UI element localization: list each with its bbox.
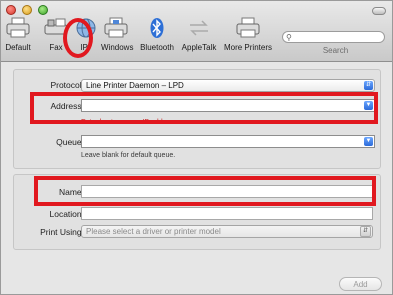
close-button[interactable] bbox=[6, 5, 16, 15]
queue-hint: Leave blank for default queue. bbox=[81, 152, 176, 159]
protocol-value: Line Printer Daemon – LPD bbox=[86, 81, 184, 90]
toolbar-default-label: Default bbox=[5, 43, 31, 52]
queue-combo[interactable]: ▼ bbox=[81, 135, 375, 152]
toolbar-more-printers[interactable]: More Printers bbox=[223, 15, 273, 59]
queue-input[interactable] bbox=[82, 141, 348, 152]
protocol-popup[interactable]: Line Printer Daemon – LPD ⇵ bbox=[81, 79, 375, 92]
toolbar-toggle-button[interactable] bbox=[372, 7, 386, 15]
zoom-button[interactable] bbox=[38, 5, 48, 15]
address-hint: Enter host name or IP address. bbox=[81, 119, 178, 126]
location-field[interactable] bbox=[81, 207, 373, 224]
add-printer-window: Default Fax IP Windows Bluetooth AppleTa… bbox=[0, 0, 393, 295]
toolbar-default[interactable]: Default bbox=[3, 15, 33, 59]
popup-arrows-icon: ⇵ bbox=[360, 226, 371, 237]
globe-icon bbox=[71, 15, 101, 41]
bluetooth-icon bbox=[142, 15, 172, 41]
search: ⚲ Search bbox=[282, 31, 389, 59]
toolbar-appletalk-label: AppleTalk bbox=[181, 43, 217, 52]
location-label: Location: bbox=[49, 209, 85, 219]
address-combo[interactable]: ▼ bbox=[81, 99, 375, 116]
name-field[interactable] bbox=[81, 185, 373, 202]
chevron-down-icon[interactable]: ▼ bbox=[364, 101, 373, 110]
protocol-label: Protocol: bbox=[50, 80, 84, 90]
search-field[interactable]: ⚲ bbox=[282, 31, 385, 43]
toolbar-bluetooth-label: Bluetooth bbox=[140, 43, 174, 52]
queue-label: Queue: bbox=[56, 137, 84, 147]
print-using-value: Please select a driver or printer model bbox=[86, 227, 221, 236]
search-label: Search bbox=[322, 46, 349, 55]
name-input[interactable] bbox=[82, 191, 361, 202]
toolbar-windows[interactable]: Windows bbox=[101, 15, 134, 59]
add-button[interactable]: Add bbox=[339, 277, 382, 291]
toolbar-appletalk[interactable]: AppleTalk bbox=[179, 15, 219, 59]
search-icon: ⚲ bbox=[286, 33, 292, 42]
toolbar-fax-label: Fax bbox=[49, 43, 63, 52]
popup-arrows-icon: ⇵ bbox=[364, 81, 373, 90]
printer-icon bbox=[3, 15, 33, 41]
fax-icon bbox=[41, 15, 71, 41]
print-using-popup[interactable]: Please select a driver or printer model … bbox=[81, 225, 373, 238]
search-input[interactable] bbox=[297, 32, 377, 42]
print-using-label: Print Using: bbox=[40, 227, 84, 237]
toolbar-fax[interactable]: Fax bbox=[41, 15, 71, 59]
printer-info-panel: Name: Location: Print Using: Please sele… bbox=[13, 174, 381, 250]
toolbar-windows-label: Windows bbox=[101, 43, 134, 52]
connection-panel: Protocol: Line Printer Daemon – LPD ⇵ Ad… bbox=[13, 69, 381, 169]
windows-printer-icon bbox=[101, 15, 131, 41]
address-label: Address: bbox=[50, 101, 84, 111]
toolbar-more-printers-label: More Printers bbox=[223, 43, 272, 52]
chevron-down-icon[interactable]: ▼ bbox=[364, 137, 373, 146]
toolbar-ip[interactable]: IP bbox=[71, 15, 97, 59]
printer-icon bbox=[233, 15, 263, 41]
toolbar: Default Fax IP Windows Bluetooth AppleTa… bbox=[1, 1, 392, 62]
location-input[interactable] bbox=[82, 213, 361, 224]
minimize-button[interactable] bbox=[22, 5, 32, 15]
toolbar-bluetooth[interactable]: Bluetooth bbox=[138, 15, 176, 59]
address-input[interactable] bbox=[82, 105, 348, 116]
toolbar-ip-label: IP bbox=[80, 43, 88, 52]
arrows-icon bbox=[184, 15, 214, 41]
